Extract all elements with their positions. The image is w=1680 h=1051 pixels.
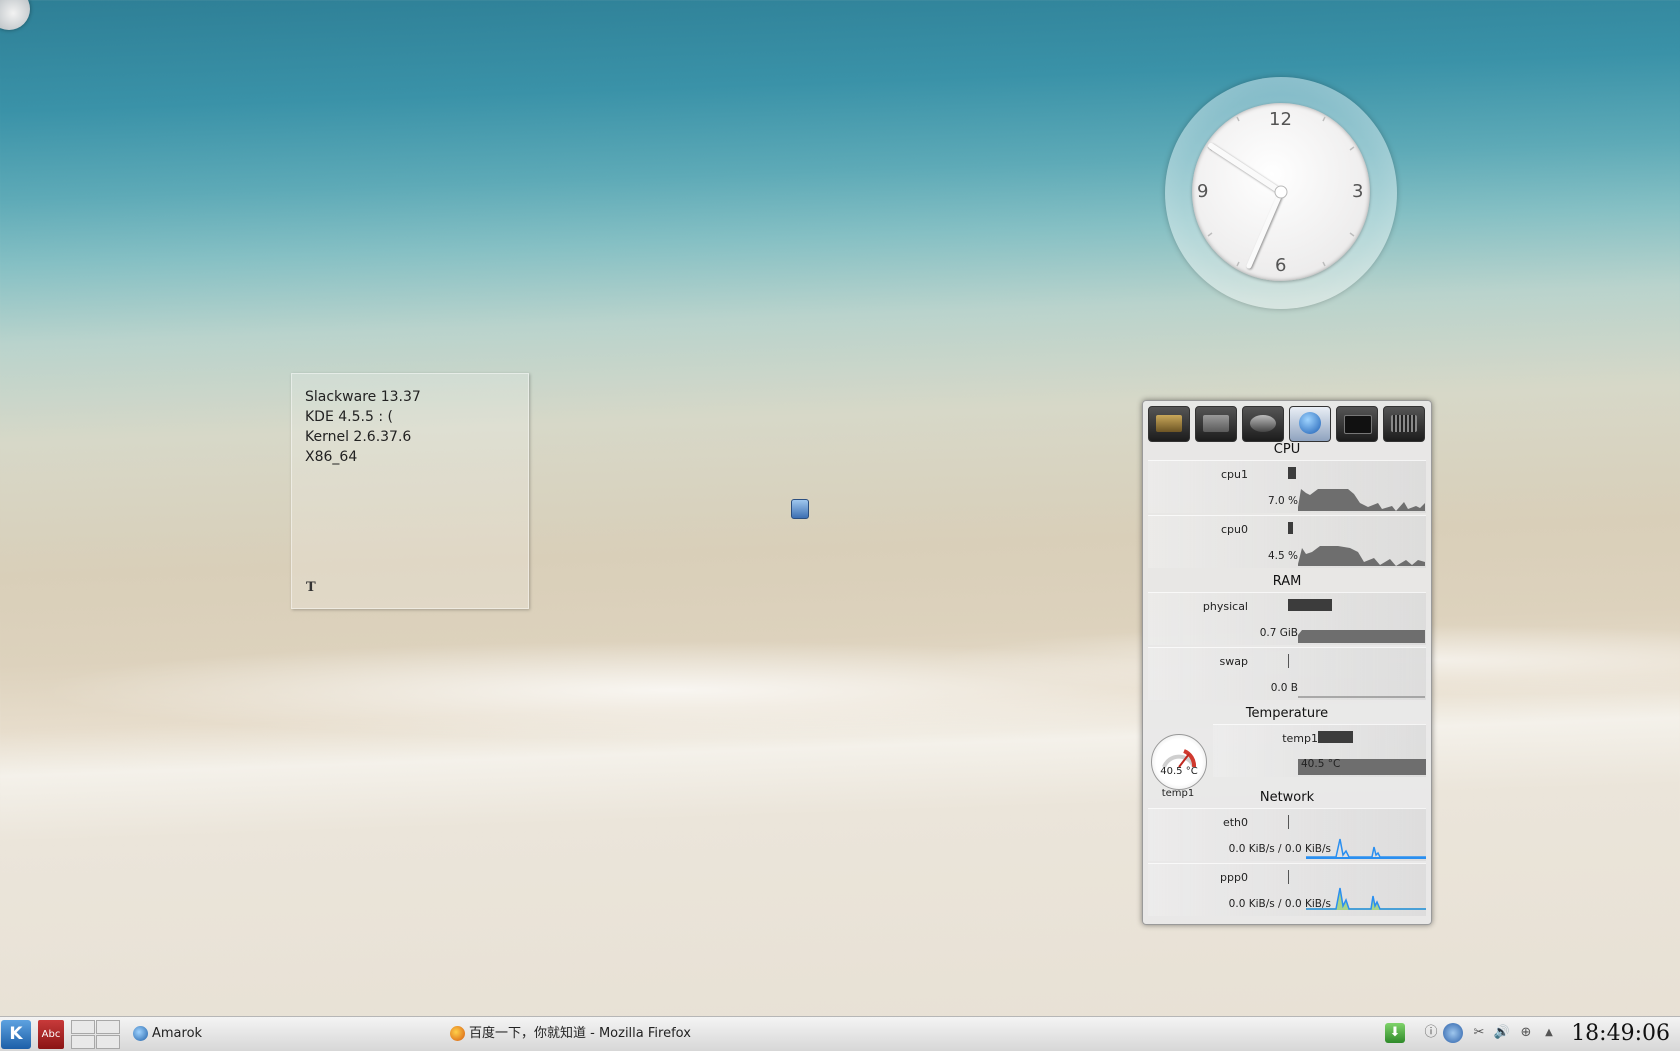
temperature-gauge: 40.5 °C bbox=[1151, 734, 1207, 790]
row-name: swap bbox=[1219, 655, 1248, 668]
load-bar bbox=[1288, 522, 1293, 534]
note-line: KDE 4.5.5 : ( bbox=[305, 409, 393, 425]
note-line: X86_64 bbox=[305, 449, 358, 465]
ppp0-graph bbox=[1306, 887, 1426, 910]
clock-hands bbox=[1207, 116, 1355, 269]
note-line: Slackware 13.37 bbox=[305, 389, 421, 405]
monitor-row-temp1: temp1 40.5 °C bbox=[1213, 724, 1426, 777]
text-format-icon[interactable]: T bbox=[306, 580, 320, 595]
row-value: 40.5 °C bbox=[1301, 758, 1341, 770]
pager-desktop-1[interactable] bbox=[71, 1020, 95, 1034]
note-line: Kernel 2.6.37.6 bbox=[305, 429, 412, 445]
desktop-toolbox-button[interactable] bbox=[0, 0, 30, 30]
task-label: Amarok bbox=[152, 1026, 203, 1041]
monitor-row-physical: physical 0.7 GiB bbox=[1148, 592, 1426, 645]
monitor-source-bar bbox=[1148, 406, 1426, 442]
task-amarok[interactable]: Amarok bbox=[133, 1020, 202, 1048]
scissors-icon[interactable]: ✂ bbox=[1469, 1023, 1489, 1043]
desktop-pager[interactable] bbox=[71, 1020, 121, 1049]
traffic-bar bbox=[1288, 815, 1289, 829]
monitor-row-ppp0: ppp0 0.0 KiB/s / 0.0 KiB/s bbox=[1148, 863, 1426, 916]
system-tray: ⬇ ⓘ ✂ 🔊 ⊕ ▲ bbox=[1385, 1023, 1560, 1045]
row-name: cpu1 bbox=[1220, 468, 1248, 481]
gauge-needle bbox=[1162, 749, 1197, 768]
swap-graph bbox=[1298, 696, 1425, 698]
cpu1-graph bbox=[1298, 489, 1425, 511]
digital-clock[interactable]: 18:49:06 bbox=[1571, 1021, 1670, 1046]
network-globe-icon[interactable] bbox=[1289, 406, 1331, 442]
pager-desktop-4[interactable] bbox=[96, 1035, 120, 1049]
usage-bar bbox=[1288, 654, 1289, 668]
section-title-ram: RAM bbox=[1272, 574, 1302, 589]
cpu-chip-icon[interactable] bbox=[1383, 406, 1425, 442]
camera-icon[interactable] bbox=[1242, 406, 1284, 442]
kde-menu-button[interactable]: K bbox=[1, 1020, 31, 1049]
network-manager-icon[interactable] bbox=[1443, 1023, 1463, 1043]
harddisk-icon[interactable] bbox=[1148, 406, 1190, 442]
firefox-icon bbox=[450, 1026, 465, 1041]
monitor-row-swap: swap 0.0 B bbox=[1148, 647, 1426, 700]
section-title-cpu: CPU bbox=[1273, 442, 1301, 457]
download-icon[interactable]: ⬇ bbox=[1385, 1023, 1405, 1043]
row-name: eth0 bbox=[1222, 816, 1248, 829]
usage-bar bbox=[1288, 599, 1332, 611]
disk-icon[interactable] bbox=[1195, 406, 1237, 442]
pager-desktop-2[interactable] bbox=[96, 1020, 120, 1034]
physical-graph bbox=[1298, 630, 1425, 643]
section-title-network: Network bbox=[1259, 790, 1315, 805]
row-name: temp1 bbox=[1282, 732, 1318, 745]
task-firefox[interactable]: 百度一下，你就知道 - Mozilla Firefox bbox=[450, 1020, 691, 1048]
chevron-up-icon[interactable]: ▲ bbox=[1539, 1023, 1559, 1043]
eth0-graph bbox=[1306, 838, 1426, 859]
load-bar bbox=[1288, 467, 1296, 479]
volume-icon[interactable]: 🔊 bbox=[1492, 1023, 1512, 1043]
analog-clock-widget[interactable]: 12 3 6 9 bbox=[1165, 77, 1397, 309]
task-label: 百度一下，你就知道 - Mozilla Firefox bbox=[469, 1026, 691, 1041]
temp-bar bbox=[1318, 731, 1353, 743]
row-value: 4.5 % bbox=[1267, 550, 1298, 562]
monitor-row-cpu1: cpu1 7.0 % bbox=[1148, 460, 1426, 513]
monitor-row-cpu0: cpu0 4.5 % bbox=[1148, 515, 1426, 568]
system-monitor-widget[interactable]: CPU cpu1 7.0 % cpu0 4.5 % RAM physical 0… bbox=[1142, 400, 1432, 925]
dictionary-launcher-button[interactable]: Abc bbox=[38, 1020, 64, 1049]
row-value: 0.7 GiB bbox=[1259, 627, 1298, 639]
row-name: cpu0 bbox=[1220, 523, 1248, 536]
row-value: 7.0 % bbox=[1267, 495, 1298, 507]
info-icon[interactable]: ⓘ bbox=[1421, 1023, 1441, 1043]
row-value: 0.0 B bbox=[1270, 682, 1298, 694]
pager-desktop-3[interactable] bbox=[71, 1035, 95, 1049]
note-text[interactable]: Slackware 13.37 KDE 4.5.5 : ( Kernel 2.6… bbox=[305, 387, 421, 467]
gauge-value: 40.5 °C bbox=[1160, 766, 1198, 777]
row-name: ppp0 bbox=[1220, 871, 1248, 884]
cpu0-graph bbox=[1298, 546, 1425, 566]
monitor-row-eth0: eth0 0.0 KiB/s / 0.0 KiB/s bbox=[1148, 808, 1426, 861]
taskbar-panel: K Abc Amarok 百度一下，你就知道 - Mozilla Firefox… bbox=[0, 1016, 1680, 1051]
amarok-icon bbox=[133, 1026, 148, 1041]
globe-icon[interactable]: ⊕ bbox=[1516, 1023, 1536, 1043]
note-widget[interactable]: Slackware 13.37 KDE 4.5.5 : ( Kernel 2.6… bbox=[291, 373, 529, 609]
terminal-icon[interactable] bbox=[1336, 406, 1378, 442]
desktop-device-icon[interactable] bbox=[791, 499, 809, 519]
row-name: physical bbox=[1202, 600, 1248, 613]
clock-face: 12 3 6 9 bbox=[1192, 103, 1370, 281]
section-title-temperature: Temperature bbox=[1245, 706, 1329, 721]
traffic-bar bbox=[1288, 870, 1289, 884]
